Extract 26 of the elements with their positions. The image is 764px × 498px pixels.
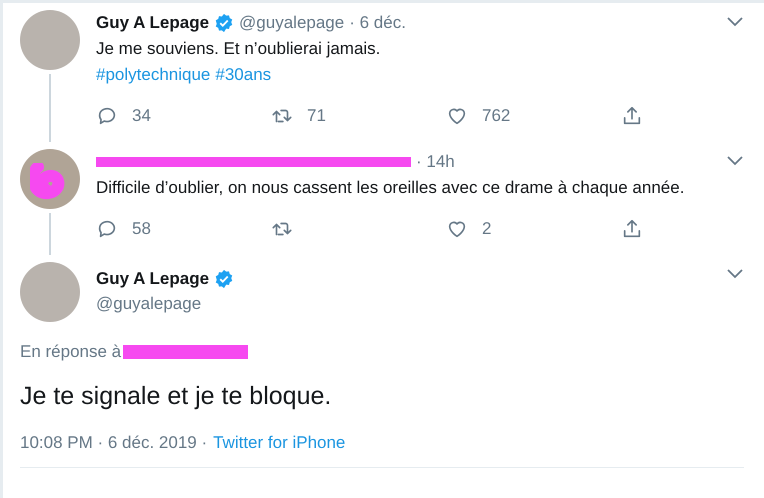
tweet-text: Difficile d’oublier, on nous cassent les oreilles avec ce drame à chaque année. [96, 177, 686, 199]
chevron-icon[interactable] [726, 267, 744, 279]
share-icon[interactable] [621, 218, 643, 240]
source-link[interactable]: Twitter for iPhone [213, 433, 346, 453]
like-count: 762 [482, 106, 510, 126]
tweet-timestamp: 10:08 PM · 6 déc. 2019 · [20, 433, 208, 453]
user-name[interactable]: Guy A Lepage [96, 269, 210, 289]
hashtag-link[interactable]: #polytechnique [96, 62, 210, 88]
share-icon[interactable] [621, 105, 643, 127]
user-handle[interactable]: @guyalepage [239, 13, 344, 33]
tweet-time[interactable]: · 14h [416, 152, 455, 172]
like-count: 2 [482, 219, 492, 239]
chevron-icon[interactable] [726, 15, 744, 27]
chevron-icon[interactable] [726, 154, 744, 166]
retweet-count: 71 [307, 106, 326, 126]
tweet-time[interactable]: · 6 déc. [349, 13, 406, 33]
reply-count: 34 [132, 106, 151, 126]
reply-icon[interactable] [96, 105, 118, 127]
tweet-text: Je me souviens. Et n’oublierai jamais. [96, 38, 382, 60]
tweet-text: Je te signale et je te bloque. [20, 382, 332, 411]
reply-label: En réponse à [20, 342, 122, 362]
reply-icon[interactable] [96, 218, 118, 240]
user-handle[interactable]: @guyalepage [96, 294, 234, 314]
user-name[interactable]: Guy A Lepage [96, 13, 210, 33]
hashtag-link[interactable]: #30ans [215, 62, 272, 88]
reply-count: 58 [132, 219, 151, 239]
